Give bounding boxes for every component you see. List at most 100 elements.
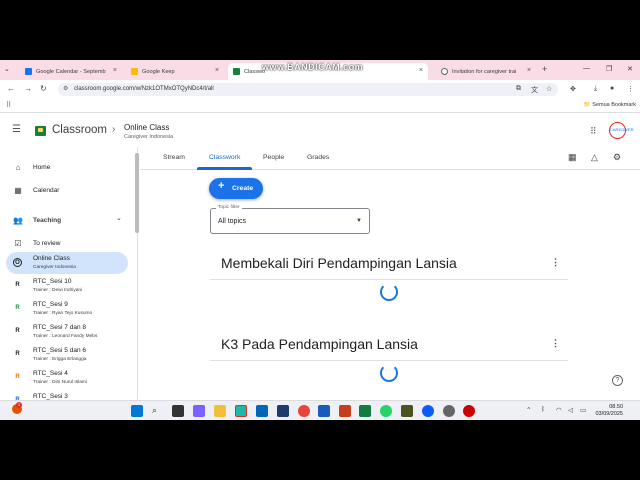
sidebar-item-class[interactable]: R RTC_Sesi 4 Trainer : Dini Nurul Islami [0, 367, 130, 389]
word-icon[interactable] [318, 405, 330, 417]
sidebar-item-online-class[interactable]: O Online Class Caregiver Indonesia [6, 252, 128, 274]
all-bookmarks[interactable]: 📁 Semua Bookmark [584, 102, 636, 108]
chrome-icon[interactable] [298, 405, 310, 417]
hamburger-menu-icon[interactable]: ☰ [12, 124, 21, 135]
minimize-icon[interactable]: — [583, 65, 590, 72]
calendar-icon[interactable]: ▦ [568, 152, 577, 163]
loading-spinner-icon [380, 364, 398, 382]
bookmark-star-icon[interactable]: ☆ [546, 85, 552, 93]
whatsapp-icon[interactable] [380, 405, 392, 417]
loading-spinner-icon [380, 283, 398, 301]
topic-filter-select[interactable]: Topic filter All topics ▼ [210, 205, 370, 234]
windows-start-icon[interactable] [131, 405, 143, 417]
settings-icon[interactable] [443, 405, 455, 417]
edge-icon[interactable] [235, 405, 247, 417]
help-icon[interactable]: ? [612, 375, 623, 386]
tab-search-icon[interactable]: ⌄ [4, 65, 10, 73]
browser-tab-invitation[interactable]: Invitation for caregiver trai × [436, 63, 536, 80]
reload-icon[interactable]: ↻ [40, 84, 47, 93]
more-options-icon[interactable]: ⋮ [551, 338, 560, 349]
brand-name[interactable]: Classroom [52, 124, 107, 136]
topic-title[interactable]: Membekali Diri Pendampingan Lansia [221, 255, 457, 271]
download-icon[interactable]: ⤓ [594, 85, 597, 93]
new-tab-icon[interactable]: + [542, 64, 547, 74]
app-icon[interactable] [277, 405, 289, 417]
classroom-logo-icon[interactable] [35, 126, 46, 136]
sidebar-item-class[interactable]: R RTC_Sesi 9 Trainer : Ryan Tejo Kusumo [0, 298, 130, 320]
zoom-icon[interactable] [422, 405, 434, 417]
file-explorer-icon[interactable] [214, 405, 226, 417]
class-avatar: R [15, 351, 20, 357]
drive-icon[interactable]: △ [591, 152, 598, 163]
excel-icon[interactable] [359, 405, 371, 417]
people-icon: 👥 [13, 216, 23, 225]
clock[interactable]: 08.50 03/09/2025 [591, 404, 623, 418]
powerpoint-icon[interactable] [339, 405, 351, 417]
url-text: classroom.google.com/w/Nzk1OTMxOTQyNDc4/… [74, 86, 214, 92]
battery-icon[interactable]: ▭ [580, 406, 586, 414]
bookmarks-bar: ⠿ 📁 Semua Bookmark [0, 99, 640, 113]
sidebar-item-class[interactable]: R RTC_Sesi 5 dan 6 Trainer : Erigga Erla… [0, 344, 130, 366]
task-view-icon[interactable] [172, 405, 184, 417]
sidebar-scrollbar[interactable] [135, 153, 139, 233]
class-avatar: R [15, 282, 20, 288]
sidebar-item-home[interactable]: ⌂ Home [0, 158, 130, 180]
store-icon[interactable] [256, 405, 268, 417]
dropdown-arrow-icon: ▼ [356, 218, 362, 224]
url-bar[interactable]: ⚙ classroom.google.com/w/Nzk1OTMxOTQyNDc… [58, 83, 558, 96]
back-icon[interactable]: ← [7, 84, 15, 93]
topic-divider [210, 279, 568, 280]
notification-badge: 3 [16, 402, 22, 408]
profile-icon[interactable]: ● [610, 85, 614, 92]
app-icon[interactable] [401, 405, 413, 417]
google-apps-icon[interactable]: ⠿ [590, 126, 597, 137]
create-button[interactable]: + Create [209, 178, 263, 199]
translate-icon[interactable]: 文 [531, 85, 538, 95]
window-close-icon[interactable]: ✕ [627, 65, 633, 73]
class-name[interactable]: Online Class [124, 123, 169, 132]
close-icon[interactable]: × [215, 67, 219, 74]
to-review-icon: ☑ [14, 239, 22, 248]
sidebar: ⌂ Home ▦ Calendar 👥 Teaching ☑ To review… [0, 147, 138, 404]
extensions-icon[interactable]: ✥ [570, 85, 576, 93]
sidebar-item-class[interactable]: R RTC_Sesi 10 Trainer : Dewi Indriyani [0, 275, 130, 297]
forward-icon[interactable]: → [24, 84, 32, 93]
active-tab-indicator [197, 167, 252, 170]
site-info-icon[interactable]: ⚙ [63, 83, 68, 96]
tab-classwork[interactable]: Classwork [209, 154, 240, 161]
sidebar-item-class[interactable]: R RTC_Sesi 7 dan 8 Trainer : Leonard Fan… [0, 321, 130, 343]
close-icon[interactable]: × [419, 67, 423, 74]
topic-title[interactable]: K3 Pada Pendampingan Lansia [221, 336, 418, 352]
class-avatar: O [13, 258, 22, 267]
class-avatar: R [15, 305, 20, 311]
plus-icon: + [218, 180, 225, 192]
account-avatar[interactable]: CAREGIVER [609, 122, 634, 139]
class-subtitle: Caregiver Indonesia [124, 134, 174, 140]
browser-tab-bar: ⌄ Google Calendar - Septemb × Google Kee… [0, 60, 640, 80]
volume-icon[interactable]: ◁ [568, 406, 573, 414]
copilot-icon[interactable] [193, 405, 205, 417]
chevron-down-icon[interactable]: ⌄ [116, 214, 122, 222]
browser-tab-keep[interactable]: Google Keep × [126, 63, 224, 80]
search-icon[interactable]: ⌕ [152, 405, 164, 417]
close-icon[interactable]: × [113, 67, 117, 74]
chevron-up-icon[interactable]: ⌃ [526, 406, 531, 414]
bandicam-icon[interactable] [463, 405, 475, 417]
browser-tab-calendar[interactable]: Google Calendar - Septemb × [20, 63, 122, 80]
more-options-icon[interactable]: ⋮ [551, 257, 560, 268]
tab-grades[interactable]: Grades [307, 154, 329, 161]
install-icon[interactable]: ⧉ [516, 85, 521, 93]
menu-kebab-icon[interactable]: ⋮ [627, 85, 634, 93]
tab-stream[interactable]: Stream [163, 154, 185, 161]
sidebar-item-teaching[interactable]: 👥 Teaching [0, 211, 130, 233]
classroom-header: ☰ Classroom › Online Class Caregiver Ind… [0, 113, 640, 147]
wifi-icon[interactable]: ◠ [556, 406, 562, 414]
maximize-icon[interactable]: ❐ [606, 65, 612, 73]
sidebar-item-calendar[interactable]: ▦ Calendar [0, 181, 130, 203]
tab-people[interactable]: People [263, 154, 284, 161]
apps-icon[interactable]: ⠿ [6, 101, 11, 109]
close-icon[interactable]: × [527, 67, 531, 74]
screen: ⌄ Google Calendar - Septemb × Google Kee… [0, 60, 640, 420]
settings-icon[interactable]: ⚙ [613, 152, 621, 163]
bluetooth-icon[interactable]: ᛒ [541, 406, 545, 413]
